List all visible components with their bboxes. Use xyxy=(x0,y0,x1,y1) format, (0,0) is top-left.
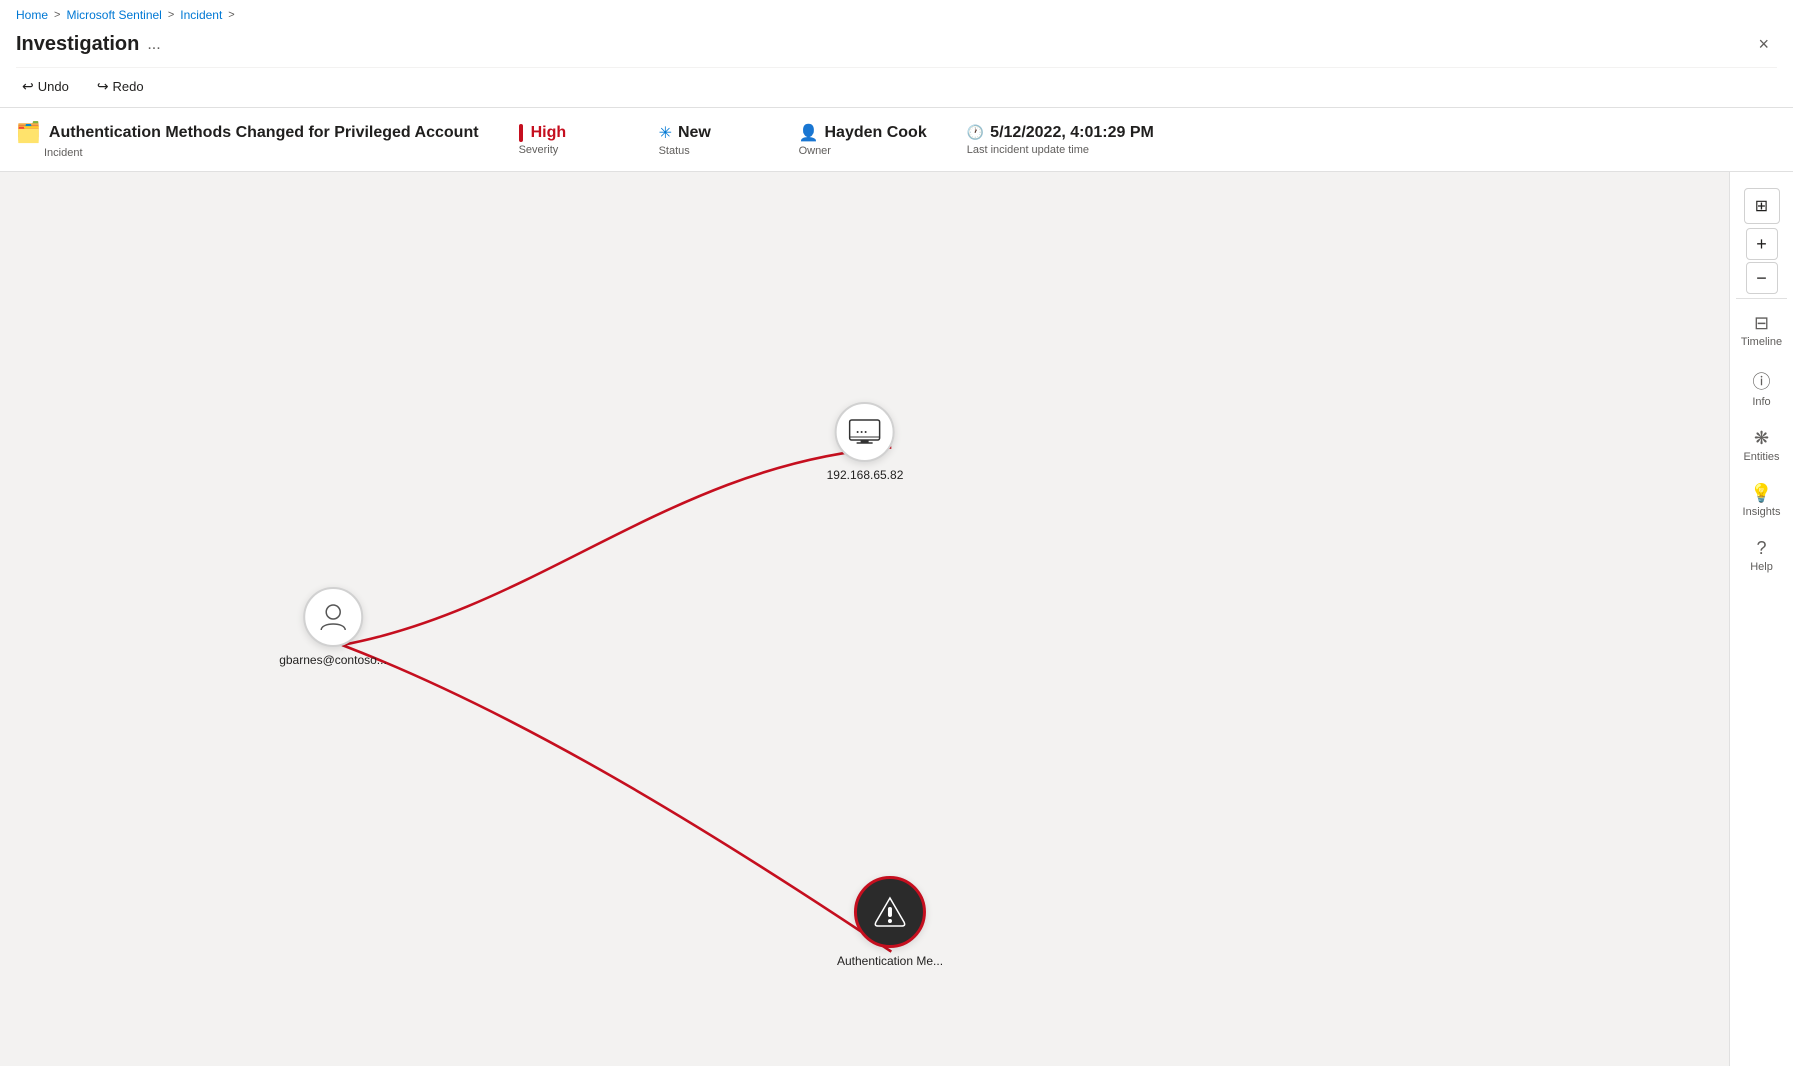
timeline-label: Timeline xyxy=(1741,336,1782,348)
breadcrumb-home[interactable]: Home xyxy=(16,8,48,22)
incident-subtitle: Incident xyxy=(44,147,479,159)
insights-icon: 💡 xyxy=(1750,483,1772,504)
breadcrumb-sep-1: > xyxy=(54,9,60,21)
time-icon: 🕐 xyxy=(967,124,984,141)
insights-button[interactable]: 💡 Insights xyxy=(1730,473,1793,528)
status-label: Status xyxy=(659,145,759,157)
undo-icon: ↩ xyxy=(22,78,34,95)
redo-icon: ↪ xyxy=(97,78,109,95)
timeline-icon: ⊟ xyxy=(1754,313,1769,334)
user-node-label: gbarnes@contoso... xyxy=(279,653,387,667)
ip-node-circle xyxy=(835,402,895,462)
time-label: Last incident update time xyxy=(967,144,1154,156)
time-value: 5/12/2022, 4:01:29 PM xyxy=(990,124,1154,142)
zoom-in-icon: + xyxy=(1756,234,1767,255)
ip-node-label: 192.168.65.82 xyxy=(827,468,904,482)
severity-label: Severity xyxy=(519,144,619,156)
incident-title: 🗂️ Authentication Methods Changed for Pr… xyxy=(16,120,479,145)
severity-value: High xyxy=(531,124,567,142)
alert-node-circle xyxy=(854,876,926,948)
help-button[interactable]: ? Help xyxy=(1730,528,1793,583)
breadcrumb-sep-3: > xyxy=(228,9,234,21)
severity-meta: High Severity xyxy=(519,124,619,156)
user-node[interactable]: gbarnes@contoso... xyxy=(279,587,387,667)
page-title: Investigation xyxy=(16,33,139,56)
ip-node[interactable]: 192.168.65.82 xyxy=(827,402,904,482)
main-canvas[interactable]: 192.168.65.82 gbarnes@contoso... Authent… xyxy=(0,172,1793,1066)
status-meta: ✳ New Status xyxy=(659,123,759,157)
sidebar-divider-1 xyxy=(1736,298,1786,299)
info-button[interactable]: ⓘ Info xyxy=(1730,358,1793,418)
fit-view-button[interactable]: ⊞ xyxy=(1744,188,1780,224)
info-label: Info xyxy=(1752,396,1770,408)
timeline-button[interactable]: ⊟ Timeline xyxy=(1730,303,1793,358)
severity-bar-icon xyxy=(519,124,523,142)
zoom-out-button[interactable]: − xyxy=(1746,262,1778,294)
title-options-button[interactable]: ... xyxy=(147,36,160,54)
incident-icon: 🗂️ xyxy=(16,120,41,145)
breadcrumb-incident[interactable]: Incident xyxy=(180,8,222,22)
redo-button[interactable]: ↪ Redo xyxy=(91,74,150,99)
status-value: New xyxy=(678,124,711,142)
undo-label: Undo xyxy=(38,79,69,94)
breadcrumb: Home > Microsoft Sentinel > Incident > xyxy=(16,0,1777,26)
zoom-out-icon: − xyxy=(1756,268,1767,289)
severity-row: High xyxy=(519,124,619,142)
title-row: Investigation ... × xyxy=(16,26,1777,67)
zoom-in-button[interactable]: + xyxy=(1746,228,1778,260)
owner-value: Hayden Cook xyxy=(824,124,926,142)
incident-header: 🗂️ Authentication Methods Changed for Pr… xyxy=(0,108,1793,172)
owner-meta: 👤 Hayden Cook Owner xyxy=(799,123,927,157)
help-label: Help xyxy=(1750,561,1773,573)
breadcrumb-sep-2: > xyxy=(168,9,174,21)
undo-button[interactable]: ↩ Undo xyxy=(16,74,75,99)
info-icon: ⓘ xyxy=(1753,368,1771,394)
owner-row: 👤 Hayden Cook xyxy=(799,123,927,143)
time-row: 🕐 5/12/2022, 4:01:29 PM xyxy=(967,124,1154,142)
status-row: ✳ New xyxy=(659,123,759,143)
status-icon: ✳ xyxy=(659,123,672,143)
entities-label: Entities xyxy=(1743,451,1779,463)
owner-icon: 👤 xyxy=(799,123,819,143)
owner-label: Owner xyxy=(799,145,927,157)
insights-label: Insights xyxy=(1743,506,1781,518)
alert-node-label: Authentication Me... xyxy=(837,954,943,968)
incident-title-group: 🗂️ Authentication Methods Changed for Pr… xyxy=(16,120,479,159)
alert-node[interactable]: Authentication Me... xyxy=(837,876,943,968)
zoom-controls: + − xyxy=(1746,228,1778,294)
close-button[interactable]: × xyxy=(1750,30,1777,59)
fit-icon: ⊞ xyxy=(1755,196,1768,216)
entities-icon: ❋ xyxy=(1754,428,1769,449)
toolbar-row: ↩ Undo ↪ Redo xyxy=(16,67,1777,107)
top-bar: Home > Microsoft Sentinel > Incident > I… xyxy=(0,0,1793,108)
redo-label: Redo xyxy=(113,79,144,94)
incident-title-text: Authentication Methods Changed for Privi… xyxy=(49,124,479,142)
help-icon: ? xyxy=(1756,538,1766,559)
title-row-left: Investigation ... xyxy=(16,33,161,56)
user-node-circle xyxy=(303,587,363,647)
right-sidebar: ⊞ + − ⊟ Timeline ⓘ Info ❋ Entities xyxy=(1729,172,1793,1066)
time-meta: 🕐 5/12/2022, 4:01:29 PM Last incident up… xyxy=(967,124,1154,156)
entities-button[interactable]: ❋ Entities xyxy=(1730,418,1793,473)
breadcrumb-sentinel[interactable]: Microsoft Sentinel xyxy=(66,8,161,22)
